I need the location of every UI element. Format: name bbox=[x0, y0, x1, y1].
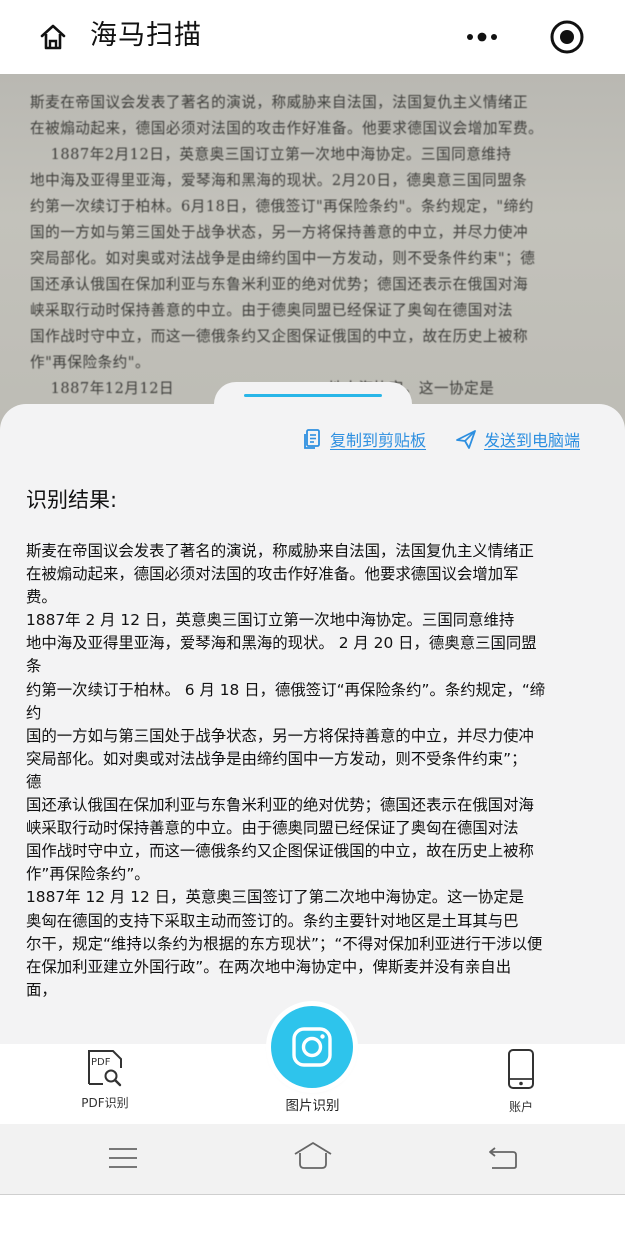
image-nav-label: 图片识别 bbox=[285, 1098, 340, 1114]
back-icon[interactable] bbox=[486, 1146, 518, 1170]
camera-icon bbox=[292, 1027, 332, 1067]
system-home-icon[interactable] bbox=[292, 1140, 334, 1172]
image-recognition-fab[interactable] bbox=[271, 1006, 353, 1088]
menu-icon[interactable] bbox=[108, 1146, 138, 1170]
result-heading: 识别结果: bbox=[26, 488, 118, 512]
nav-account[interactable]: 账户 bbox=[482, 1048, 560, 1115]
copy-to-clipboard-button[interactable]: 复制到剪贴板 bbox=[300, 424, 426, 454]
home-icon[interactable] bbox=[38, 22, 68, 52]
send-to-pc-button[interactable]: 发送到电脑端 bbox=[454, 424, 580, 454]
svg-text:PDF: PDF bbox=[91, 1057, 111, 1068]
pdf-search-icon: PDF bbox=[88, 1050, 122, 1087]
record-circle-icon[interactable] bbox=[548, 18, 586, 56]
bottom-blank-area bbox=[0, 1195, 625, 1250]
nav-pdf-recognition[interactable]: PDF PDF识别 bbox=[66, 1048, 144, 1111]
pdf-nav-label: PDF识别 bbox=[81, 1096, 129, 1110]
app-title: 海马扫描 bbox=[90, 20, 202, 51]
recognized-text[interactable]: 斯麦在帝国议会发表了著名的演说，称威胁来自法国，法国复仇主义情绪正 在被煽动起来… bbox=[26, 540, 604, 1002]
phone-icon bbox=[508, 1049, 534, 1089]
clipboard-icon bbox=[304, 429, 320, 449]
scanned-photo: 斯麦在帝国议会发表了著名的演说，称威胁来自法国，法国复仇主义情绪正 在被煽动起来… bbox=[0, 74, 625, 434]
more-dots-icon[interactable] bbox=[462, 22, 502, 52]
drag-handle[interactable] bbox=[244, 394, 382, 397]
send-icon bbox=[456, 430, 476, 449]
top-bar: 海马扫描 bbox=[0, 0, 625, 74]
send-label: 发送到电脑端 bbox=[484, 431, 581, 450]
photo-text: 斯麦在帝国议会发表了著名的演说，称威胁来自法国，法国复仇主义情绪正 在被煽动起来… bbox=[30, 94, 544, 397]
account-nav-label: 账户 bbox=[508, 1100, 533, 1114]
nav-image-recognition[interactable]: 图片识别 bbox=[260, 1094, 365, 1114]
copy-label: 复制到剪贴板 bbox=[330, 431, 427, 450]
